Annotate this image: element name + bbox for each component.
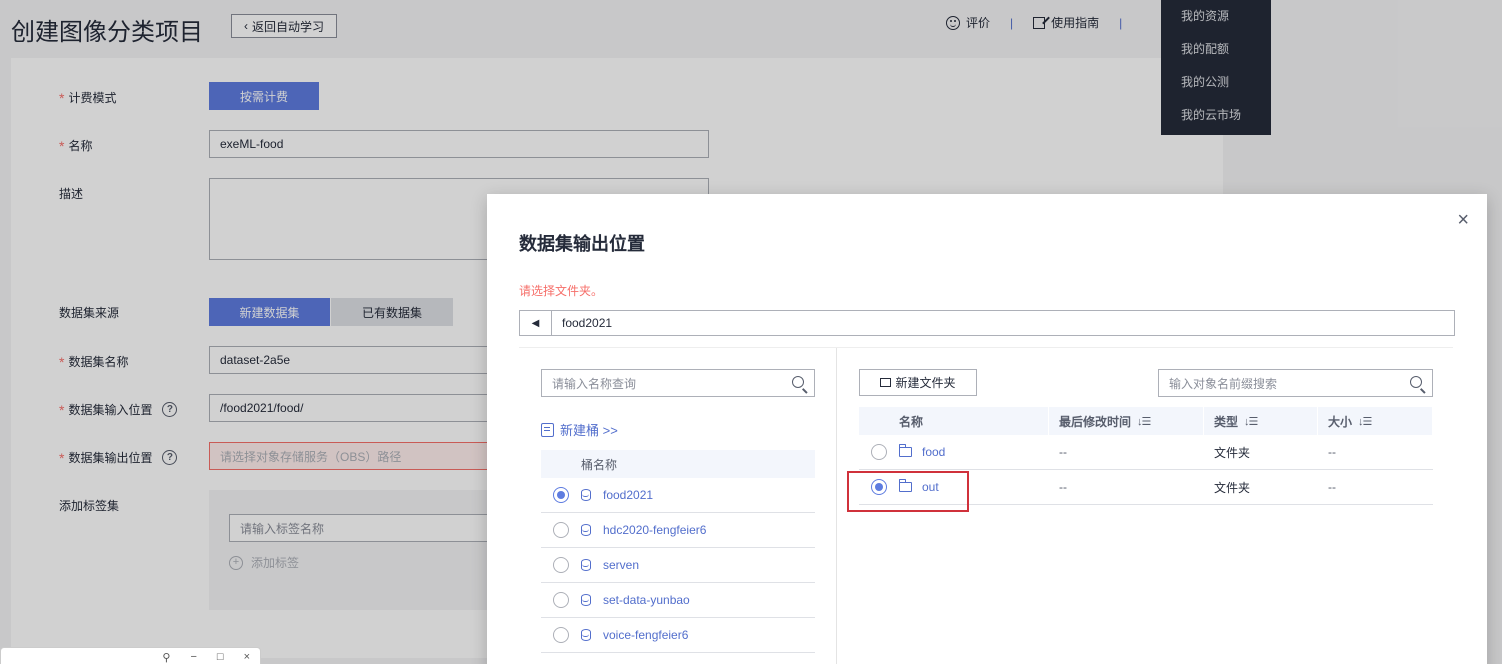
bucket-table: 桶名称 food2021 hdc2020-fengfeier6 serven s… — [541, 450, 815, 653]
folder-icon — [898, 444, 912, 457]
col-size[interactable]: 大小 ↓☰ — [1318, 407, 1433, 435]
col-type[interactable]: 类型 ↓☰ — [1204, 407, 1318, 435]
col-name: 名称 — [859, 407, 1049, 435]
database-icon — [581, 559, 591, 571]
dialog-title: 数据集输出位置 — [519, 234, 645, 254]
database-icon — [581, 629, 591, 641]
sort-icon[interactable]: ↓☰ — [1358, 415, 1372, 428]
path-bar: ◀ food2021 — [519, 310, 1455, 336]
bucket-table-header: 桶名称 — [541, 450, 815, 478]
object-pane: 新建文件夹 输入对象名前缀搜索 名称 最后修改时间 ↓☰ 类型 ↓☰ 大小 ↓☰… — [837, 348, 1453, 664]
window-controls: ⚲ − □ × — [162, 651, 250, 664]
minimize-icon[interactable]: − — [190, 651, 196, 664]
caret-left-icon[interactable]: ◀ — [520, 311, 552, 335]
output-location-dialog: × 数据集输出位置 请选择文件夹。 ◀ food2021 请输入名称查询 新建桶… — [487, 194, 1487, 664]
database-icon — [581, 489, 591, 501]
bucket-icon — [541, 422, 554, 437]
minimized-window[interactable]: ⚲ − □ × — [0, 647, 261, 664]
close-icon[interactable]: × — [1457, 210, 1469, 230]
table-row[interactable]: food2021 — [541, 478, 815, 513]
table-row[interactable]: hdc2020-fengfeier6 — [541, 513, 815, 548]
table-row[interactable]: set-data-yunbao — [541, 583, 815, 618]
pin-icon[interactable]: ⚲ — [162, 651, 170, 664]
sort-icon[interactable]: ↓☰ — [1244, 415, 1258, 428]
table-row[interactable]: serven — [541, 548, 815, 583]
object-table: 名称 最后修改时间 ↓☰ 类型 ↓☰ 大小 ↓☰ food -- 文件夹 -- … — [859, 407, 1433, 505]
new-bucket-link[interactable]: 新建桶 >> — [541, 420, 618, 439]
browser-panes: 请输入名称查询 新建桶 >> 桶名称 food2021 hdc2020-feng… — [519, 347, 1453, 664]
object-search-input[interactable]: 输入对象名前缀搜索 — [1158, 369, 1433, 397]
table-row[interactable]: out -- 文件夹 -- — [859, 470, 1433, 505]
dialog-hint: 请选择文件夹。 — [519, 284, 604, 298]
close-icon[interactable]: × — [244, 651, 250, 664]
bucket-search-input[interactable]: 请输入名称查询 — [541, 369, 815, 397]
table-row[interactable]: voice-fengfeier6 — [541, 618, 815, 653]
radio-button[interactable] — [871, 479, 887, 495]
radio-button[interactable] — [553, 557, 569, 573]
new-folder-button[interactable]: 新建文件夹 — [859, 369, 977, 396]
table-row[interactable]: food -- 文件夹 -- — [859, 435, 1433, 470]
sort-icon[interactable]: ↓☰ — [1137, 415, 1151, 428]
object-table-header: 名称 最后修改时间 ↓☰ 类型 ↓☰ 大小 ↓☰ — [859, 407, 1433, 435]
database-icon — [581, 524, 591, 536]
folder-icon — [898, 479, 912, 492]
current-path: food2021 — [562, 316, 613, 330]
col-time[interactable]: 最后修改时间 ↓☰ — [1049, 407, 1204, 435]
radio-button[interactable] — [553, 592, 569, 608]
search-icon[interactable] — [1410, 376, 1422, 388]
database-icon — [581, 594, 591, 606]
radio-button[interactable] — [553, 627, 569, 643]
radio-button[interactable] — [553, 522, 569, 538]
radio-button[interactable] — [871, 444, 887, 460]
new-folder-icon — [880, 378, 892, 387]
bucket-pane: 请输入名称查询 新建桶 >> 桶名称 food2021 hdc2020-feng… — [519, 348, 837, 664]
maximize-icon[interactable]: □ — [217, 651, 224, 664]
search-icon[interactable] — [792, 376, 804, 388]
radio-button[interactable] — [553, 487, 569, 503]
